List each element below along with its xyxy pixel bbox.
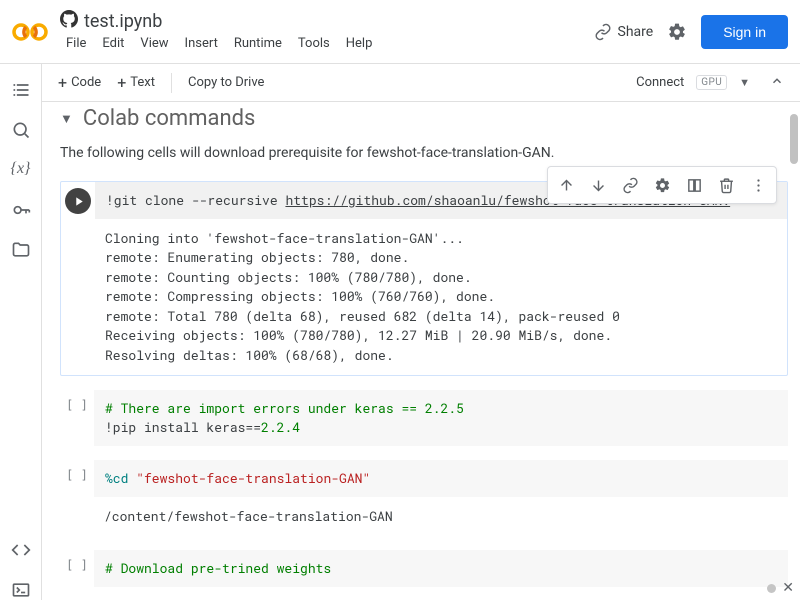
share-button[interactable]: Share [594,23,654,41]
move-down-icon[interactable] [584,171,612,199]
notebook-title[interactable]: test.ipynb [84,11,162,32]
menu-bar: File Edit View Insert Runtime Tools Help [60,34,594,53]
gear-icon[interactable] [667,22,687,42]
menu-view[interactable]: View [134,34,174,53]
status-dot-icon [767,584,776,593]
add-text-button[interactable]: +Text [109,69,163,96]
more-icon[interactable] [744,171,772,199]
code-input[interactable]: # Download pre-trined weights [94,550,788,587]
github-icon [60,10,78,32]
search-icon[interactable] [11,120,31,140]
menu-edit[interactable]: Edit [96,34,130,53]
cell-output: /content/fewshot-face-translation-GAN [60,497,788,537]
section-intro: The following cells will download prereq… [60,145,800,161]
menu-tools[interactable]: Tools [292,34,336,53]
cell-toolbar [547,166,777,204]
menu-help[interactable]: Help [340,34,379,53]
mirror-icon[interactable] [680,171,708,199]
variables-icon[interactable]: {x} [11,160,31,180]
colab-logo[interactable] [12,20,48,44]
exec-indicator[interactable]: [ ] [66,556,88,587]
share-label: Share [618,24,654,40]
code-toggle-icon[interactable] [11,540,31,560]
exec-indicator[interactable]: [ ] [66,396,88,446]
code-cell[interactable]: !git clone --recursive https://github.co… [60,181,788,376]
cell-output: Cloning into 'fewshot-face-translation-G… [61,219,787,376]
secondary-toolbar: +Code +Text Copy to Drive Connect GPU ▼ [42,64,800,102]
notebook-area: ▼ Colab commands The following cells wil… [42,102,800,600]
code-cell[interactable]: [ ] # Download pre-trined weights [60,550,788,587]
files-icon[interactable] [11,240,31,260]
menu-insert[interactable]: Insert [179,34,224,53]
terminal-icon[interactable] [11,580,31,600]
move-up-icon[interactable] [552,171,580,199]
run-button[interactable] [65,188,91,214]
close-icon[interactable]: ✕ [782,580,794,596]
toc-icon[interactable] [11,80,31,100]
delete-icon[interactable] [712,171,740,199]
header-right: Share Sign in [594,15,789,49]
title-area: test.ipynb File Edit View Insert Runtime… [60,10,594,53]
menu-runtime[interactable]: Runtime [228,34,288,53]
footer-status: ✕ [767,580,794,596]
code-input[interactable]: # There are import errors under keras ==… [94,390,788,446]
add-code-button[interactable]: +Code [50,69,109,96]
signin-button[interactable]: Sign in [701,15,788,49]
collapse-icon[interactable] [762,74,792,92]
gpu-badge: GPU [696,75,727,90]
left-sidebar: {x} [0,64,42,600]
connect-button[interactable]: Connect [636,75,684,90]
section-title: Colab commands [83,106,256,131]
menu-file[interactable]: File [60,34,92,53]
code-cell[interactable]: [ ] %cd "fewshot-face-translation-GAN" /… [60,460,788,536]
app-header: test.ipynb File Edit View Insert Runtime… [0,0,800,64]
exec-indicator[interactable]: [ ] [66,466,88,497]
copy-to-drive-button[interactable]: Copy to Drive [180,71,272,94]
link-icon[interactable] [616,171,644,199]
secrets-icon[interactable] [11,200,31,220]
section-collapse-icon[interactable]: ▼ [60,111,73,127]
scrollbar-thumb[interactable] [790,114,798,164]
code-cell[interactable]: [ ] # There are import errors under kera… [60,390,788,446]
code-input[interactable]: %cd "fewshot-face-translation-GAN" [94,460,788,497]
cell-settings-icon[interactable] [648,171,676,199]
connect-dropdown-icon[interactable]: ▼ [739,76,750,89]
